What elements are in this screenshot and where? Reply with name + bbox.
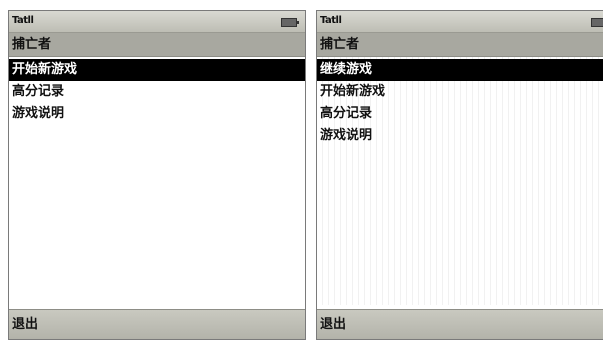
exit-soft-key[interactable]: 退出 <box>317 309 603 339</box>
menu-item-continue-game[interactable]: 继续游戏 <box>317 59 603 81</box>
screen-title: 捕亡者 <box>317 33 603 57</box>
menu-list: 开始新游戏 高分记录 游戏说明 <box>9 57 305 305</box>
battery-icon <box>281 18 299 27</box>
screen-title: 捕亡者 <box>9 33 305 57</box>
menu-item-new-game[interactable]: 开始新游戏 <box>317 81 603 103</box>
signal-icon: Tatll <box>320 15 342 26</box>
status-bar: Tatll <box>9 11 305 33</box>
status-bar: Tatll <box>317 11 603 33</box>
menu-item-high-scores[interactable]: 高分记录 <box>9 81 305 103</box>
menu-item-high-scores[interactable]: 高分记录 <box>317 103 603 125</box>
battery-icon <box>591 18 603 27</box>
phone-screen-right: Tatll 捕亡者 继续游戏 开始新游戏 高分记录 游戏说明 退出 <box>316 10 603 340</box>
exit-soft-key[interactable]: 退出 <box>9 309 305 339</box>
menu-list: 继续游戏 开始新游戏 高分记录 游戏说明 <box>317 57 603 305</box>
menu-item-instructions[interactable]: 游戏说明 <box>9 103 305 125</box>
menu-item-instructions[interactable]: 游戏说明 <box>317 125 603 147</box>
signal-icon: Tatll <box>12 15 34 26</box>
phone-screen-left: Tatll 捕亡者 开始新游戏 高分记录 游戏说明 退出 <box>8 10 306 340</box>
menu-item-new-game[interactable]: 开始新游戏 <box>9 59 305 81</box>
